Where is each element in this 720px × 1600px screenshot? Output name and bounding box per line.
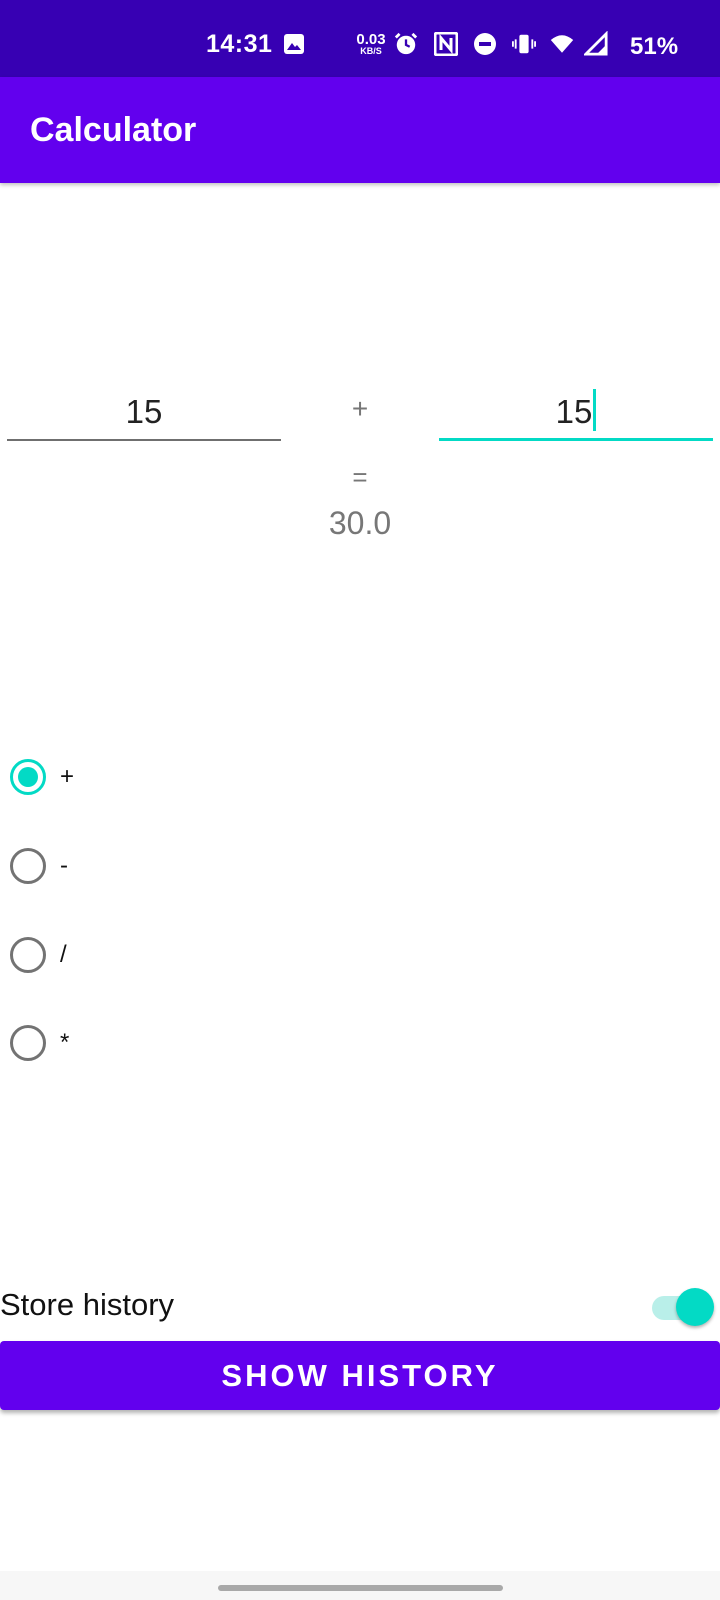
radio-label-subtract: - <box>60 852 68 879</box>
text-cursor <box>593 389 597 431</box>
show-history-button[interactable]: SHOW HISTORY <box>0 1341 720 1410</box>
dnd-icon <box>473 32 497 56</box>
battery-percentage: 51% <box>630 33 679 60</box>
switch-thumb[interactable] <box>676 1288 714 1326</box>
app-title: Calculator <box>30 111 197 149</box>
network-speed: 0.03 KB/S <box>356 31 386 56</box>
radio-button[interactable] <box>10 1025 46 1061</box>
radio-button[interactable] <box>10 848 46 884</box>
status-bar: 14:31 0.03 KB/S 51% <box>0 0 720 77</box>
home-gesture-handle[interactable] <box>218 1585 503 1591</box>
equals-label: = <box>352 462 368 492</box>
operand-2-value: 15 <box>555 393 593 430</box>
result-value: 30.0 <box>328 505 392 541</box>
radio-option-divide[interactable]: / <box>10 930 210 980</box>
radio-button-checked[interactable] <box>10 759 46 795</box>
operand-1-underline <box>7 439 281 441</box>
operand-1-input[interactable]: 15 <box>7 385 281 441</box>
vibrate-icon <box>512 32 536 56</box>
operator-label: + <box>351 393 369 424</box>
radio-label-multiply: * <box>60 1029 70 1056</box>
radio-option-subtract[interactable]: - <box>10 841 210 891</box>
operand-2-input[interactable]: 15 <box>439 385 713 441</box>
status-time: 14:31 <box>206 30 273 58</box>
radio-label-divide: / <box>60 941 67 968</box>
radio-button[interactable] <box>10 937 46 973</box>
wifi-icon <box>550 32 574 56</box>
app-bar: Calculator <box>0 77 720 183</box>
radio-option-add[interactable]: + <box>10 752 210 802</box>
image-icon <box>282 32 306 56</box>
signal-icon <box>584 31 608 56</box>
alarm-icon <box>394 32 418 56</box>
radio-label-add: + <box>60 763 75 790</box>
nfc-icon <box>434 32 458 56</box>
store-history-label: Store history <box>0 1287 175 1322</box>
store-history-switch[interactable] <box>652 1288 714 1328</box>
radio-option-multiply[interactable]: * <box>10 1018 210 1068</box>
operand-1-value: 15 <box>125 393 163 430</box>
operand-2-underline <box>439 438 713 441</box>
